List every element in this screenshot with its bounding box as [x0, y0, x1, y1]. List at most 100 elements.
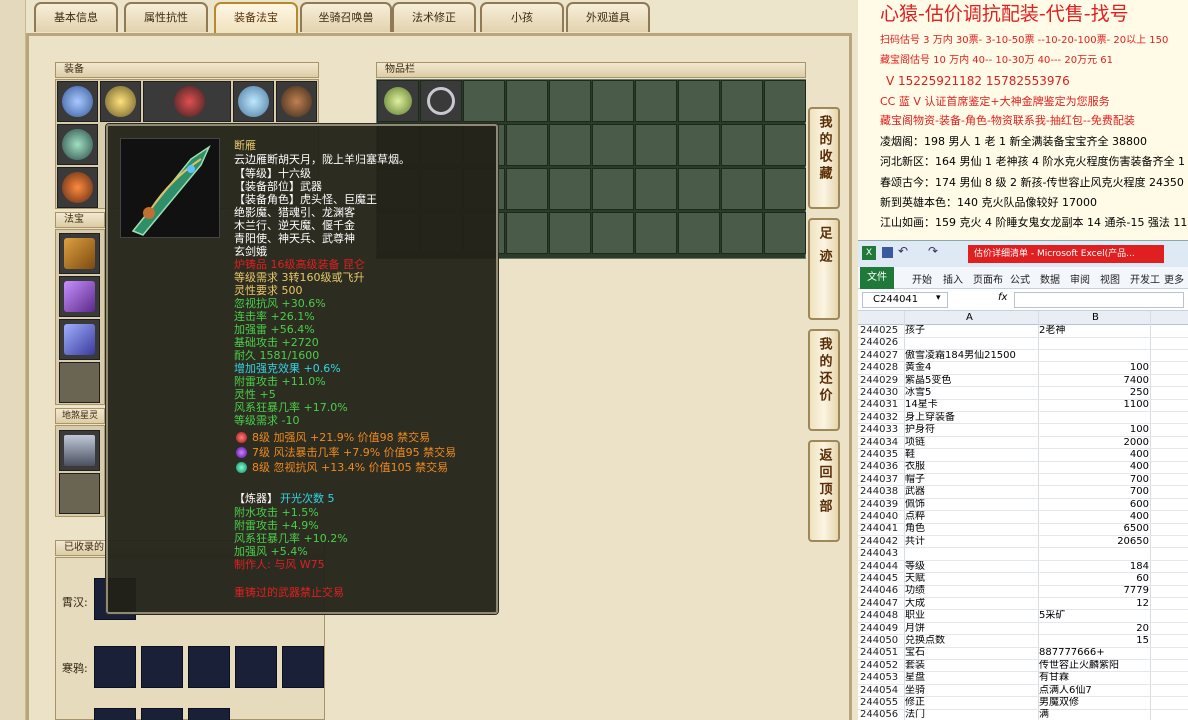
cell-a[interactable]: 点粹 [905, 511, 1038, 524]
my-favorites-button[interactable]: 我的收藏 [808, 107, 840, 209]
column-header-b[interactable]: B [1092, 312, 1099, 323]
row-number[interactable]: 244050 [860, 635, 904, 648]
cell-a[interactable]: 共计 [905, 536, 1038, 549]
inventory-cell[interactable] [635, 212, 677, 254]
tab-spell-mods[interactable]: 法术修正 [392, 2, 476, 32]
inventory-cell[interactable] [420, 80, 462, 122]
inventory-cell[interactable] [721, 124, 763, 166]
cell-b[interactable]: 满 [1039, 709, 1149, 720]
cell-b[interactable]: 400 [1039, 461, 1149, 474]
row-number[interactable]: 244034 [860, 437, 904, 450]
inventory-cell[interactable] [592, 168, 634, 210]
equip-slot-belt[interactable] [276, 81, 317, 122]
cell-b[interactable]: 点满人6仙7 [1039, 685, 1149, 698]
inventory-cell[interactable] [721, 168, 763, 210]
cell-b[interactable]: 400 [1039, 511, 1149, 524]
inventory-cell[interactable] [635, 80, 677, 122]
row-number[interactable]: 244031 [860, 399, 904, 412]
footprint-button[interactable]: 足迹 [808, 218, 840, 320]
cell-b[interactable]: 2老神 [1039, 325, 1149, 338]
cell-a[interactable]: 护身符 [905, 424, 1038, 437]
row-number[interactable]: 244035 [860, 449, 904, 462]
my-counter-offer-button[interactable]: 我的还价 [808, 329, 840, 431]
cell-b[interactable]: 男魔双修 [1039, 697, 1149, 710]
cell-b[interactable]: 20 [1039, 623, 1149, 636]
cell-b[interactable]: 7400 [1039, 375, 1149, 388]
cell-b[interactable]: 15 [1039, 635, 1149, 648]
fabao-slot-4[interactable] [59, 362, 100, 403]
row-number[interactable]: 244025 [860, 325, 904, 338]
cell-b[interactable]: 100 [1039, 362, 1149, 375]
cell-a[interactable]: 身上穿装备 [905, 412, 1038, 425]
mount-item[interactable] [235, 646, 277, 688]
row-number[interactable]: 244044 [860, 561, 904, 574]
inventory-cell[interactable] [377, 80, 419, 122]
inventory-cell[interactable] [549, 168, 591, 210]
row-number[interactable]: 244042 [860, 536, 904, 549]
row-number[interactable]: 244038 [860, 486, 904, 499]
cell-a[interactable]: 傲雪凌霜184男仙21500 [905, 350, 1038, 363]
ribbon-tab-developer[interactable]: 开发工 [1130, 271, 1160, 286]
cell-a[interactable]: 衣服 [905, 461, 1038, 474]
cell-a[interactable]: 套装 [905, 660, 1038, 673]
inventory-cell[interactable] [764, 212, 806, 254]
inventory-cell[interactable] [721, 80, 763, 122]
row-number[interactable]: 244056 [860, 709, 904, 720]
inventory-cell[interactable] [764, 124, 806, 166]
cell-a[interactable]: 等级 [905, 561, 1038, 574]
inventory-cell[interactable] [678, 212, 720, 254]
mount-item[interactable] [141, 646, 183, 688]
row-number[interactable]: 244051 [860, 647, 904, 660]
tab-appearance[interactable]: 外观道具 [566, 2, 650, 32]
row-number[interactable]: 244049 [860, 623, 904, 636]
row-number[interactable]: 244033 [860, 424, 904, 437]
mount-item[interactable] [94, 646, 136, 688]
equip-slot-character[interactable] [143, 81, 231, 122]
row-number[interactable]: 244054 [860, 685, 904, 698]
inventory-cell[interactable] [764, 80, 806, 122]
ribbon-tab-layout[interactable]: 页面布 [973, 271, 1003, 286]
chevron-down-icon[interactable]: ▾ [936, 293, 941, 303]
cell-b[interactable]: 有甘霖 [1039, 672, 1149, 685]
inventory-cell[interactable] [678, 168, 720, 210]
inventory-cell[interactable] [678, 124, 720, 166]
cell-a[interactable]: 坐骑 [905, 685, 1038, 698]
fabao-slot-1[interactable] [59, 233, 100, 274]
cell-b[interactable]: 700 [1039, 474, 1149, 487]
undo-icon[interactable]: ↶ [898, 244, 908, 258]
redo-icon[interactable]: ↷ [928, 244, 938, 258]
cell-b[interactable]: 传世容止火麟紫阳 [1039, 660, 1149, 673]
cell-a[interactable]: 冰雪5 [905, 387, 1038, 400]
row-number[interactable]: 244040 [860, 511, 904, 524]
tab-equipment[interactable]: 装备法宝 [214, 2, 298, 34]
cell-a[interactable]: 项链 [905, 437, 1038, 450]
cell-a[interactable]: 宝石 [905, 647, 1038, 660]
row-number[interactable]: 244037 [860, 474, 904, 487]
jingling-slot-2[interactable] [59, 473, 100, 514]
inventory-cell[interactable] [635, 124, 677, 166]
row-number[interactable]: 244053 [860, 672, 904, 685]
cell-a[interactable]: 佩饰 [905, 499, 1038, 512]
inventory-cell[interactable] [549, 80, 591, 122]
cell-b[interactable]: 7779 [1039, 585, 1149, 598]
cell-b[interactable]: 184 [1039, 561, 1149, 574]
inventory-cell[interactable] [592, 80, 634, 122]
cell-a[interactable]: 兑换点数 [905, 635, 1038, 648]
cell-a[interactable]: 功绩 [905, 585, 1038, 598]
inventory-cell[interactable] [678, 80, 720, 122]
cell-b[interactable]: 400 [1039, 449, 1149, 462]
ribbon-tab-insert[interactable]: 插入 [943, 271, 963, 286]
fx-icon[interactable]: fx [998, 292, 1007, 303]
ribbon-tab-formulas[interactable]: 公式 [1010, 271, 1030, 286]
cell-b[interactable]: 6500 [1039, 523, 1149, 536]
row-number[interactable]: 244028 [860, 362, 904, 375]
cell-a[interactable]: 孩子 [905, 325, 1038, 338]
cell-a[interactable]: 黄金4 [905, 362, 1038, 375]
row-number[interactable]: 244043 [860, 548, 904, 561]
mount-item[interactable] [188, 646, 230, 688]
save-icon[interactable] [882, 247, 893, 258]
row-number[interactable]: 244029 [860, 375, 904, 388]
inventory-cell[interactable] [463, 80, 505, 122]
cell-a[interactable]: 法门 [905, 709, 1038, 720]
inventory-cell[interactable] [506, 212, 548, 254]
